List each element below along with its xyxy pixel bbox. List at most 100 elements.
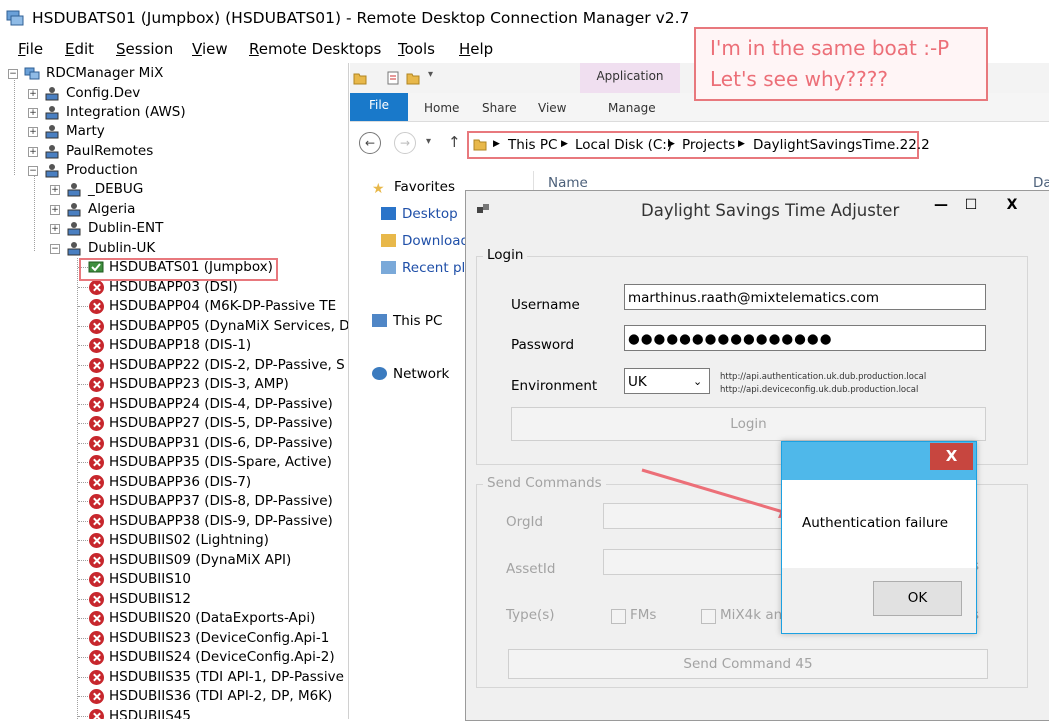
address-breadcrumb[interactable]: ▶ This PC ▶ Local Disk (C:) ▶ Projects ▶… [467, 131, 930, 159]
nav-desktop[interactable]: Desktop [381, 206, 458, 222]
disconnected-server-icon [89, 396, 104, 412]
environment-select[interactable]: UK ⌄ [624, 368, 710, 394]
nav-favorites[interactable]: ★ Favorites [372, 179, 455, 197]
chevron-right-icon: ▶ [668, 139, 675, 149]
tree-label: HSDUBAPP37 (DIS-8, DP-Passive) [109, 493, 333, 509]
tree-label: Integration (AWS) [66, 104, 186, 120]
chevron-right-icon: ▶ [561, 139, 568, 149]
tree-connector [78, 520, 88, 522]
nav-label: Network [393, 366, 450, 382]
tree-connector [78, 676, 88, 678]
tree-label: HSDUBAPP22 (DIS-2, DP-Passive, S [109, 356, 345, 373]
ok-button[interactable]: OK [873, 581, 962, 616]
username-field[interactable]: marthinus.raath@mixtelematics.com [624, 284, 986, 310]
nav-downloads[interactable]: Download [381, 233, 469, 249]
tree-label: HSDUBAPP31 (DIS-6, DP-Passive) [109, 434, 333, 451]
environment-label: Environment [511, 378, 598, 394]
tree-label: HSDUBAPP36 (DIS-7) [109, 473, 252, 490]
column-header-date[interactable]: Da [1033, 175, 1049, 191]
password-field[interactable]: ●●●●●●●●●●●●●●●● [624, 325, 986, 351]
menu-view[interactable]: View [192, 40, 228, 58]
breadcrumb-this-pc[interactable]: This PC [508, 137, 557, 153]
types-label: Type(s) [506, 607, 555, 623]
assetid-label: AssetId [506, 561, 556, 577]
tree-label: PaulRemotes [66, 143, 154, 159]
expand-toggle-icon[interactable]: + [28, 89, 38, 99]
tree-connector [78, 481, 88, 483]
column-header-name[interactable]: Name [548, 175, 588, 191]
tree-label: Dublin-ENT [88, 220, 164, 236]
tab-share[interactable]: Share [482, 101, 517, 115]
environment-value: UK [628, 374, 647, 390]
tree-label: HSDUBAPP23 (DIS-3, AMP) [109, 376, 289, 392]
tree-label: HSDUBAPP27 (DIS-5, DP-Passive) [109, 415, 333, 431]
expand-toggle-icon[interactable]: + [50, 224, 60, 234]
recent-locations-icon[interactable]: ▾ [426, 136, 431, 147]
tree-connector [78, 306, 88, 307]
tree-label: RDCManager MiX [46, 65, 164, 81]
expand-toggle-icon[interactable]: + [28, 108, 38, 118]
server-tree: − RDCManager MiX + Config.Dev + Integrat… [0, 63, 349, 719]
group-icon [67, 242, 81, 256]
tree-connector [78, 442, 88, 444]
maximize-icon[interactable]: ☐ [958, 194, 984, 216]
collapse-toggle-icon[interactable]: − [28, 166, 38, 176]
assetid-field[interactable] [603, 549, 783, 575]
expand-toggle-icon[interactable]: + [28, 147, 38, 157]
tree-label: HSDUBIIS23 (DeviceConfig.Api-1 [109, 629, 330, 646]
nav-this-pc[interactable]: This PC [372, 313, 442, 329]
forward-arrow-icon[interactable]: → [394, 132, 416, 154]
tab-file[interactable]: File [350, 93, 408, 121]
tree-connector [78, 423, 88, 424]
disconnected-server-icon [89, 572, 104, 587]
disconnected-server-icon [89, 630, 104, 646]
send-command-button[interactable]: Send Command 45 [508, 649, 988, 679]
breadcrumb-projects[interactable]: Projects [682, 137, 735, 153]
disconnected-server-icon [89, 689, 104, 704]
nav-network[interactable]: Network [372, 366, 449, 382]
back-arrow-icon[interactable]: ← [359, 132, 381, 154]
tab-manage[interactable]: Manage [608, 101, 656, 115]
mix4k-checkbox[interactable] [701, 609, 716, 624]
fms-checkbox[interactable] [611, 609, 626, 624]
breadcrumb-local-disk[interactable]: Local Disk (C:) [575, 137, 672, 153]
nav-label: Desktop [402, 206, 458, 222]
group-icon [67, 183, 81, 197]
nav-recent-places[interactable]: Recent pla [381, 260, 474, 276]
expand-toggle-icon[interactable]: + [50, 185, 60, 195]
disconnected-server-icon [89, 611, 104, 626]
expand-toggle-icon[interactable]: + [28, 127, 38, 137]
login-button[interactable]: Login [511, 407, 986, 441]
group-icon [67, 203, 81, 217]
menu-edit[interactable]: Edit [65, 40, 94, 58]
folder-icon [353, 73, 367, 85]
send-commands-group-title: Send Commands [483, 475, 606, 491]
disconnected-server-icon [89, 474, 104, 490]
properties-icon[interactable] [386, 71, 400, 85]
menu-session[interactable]: Session [116, 40, 173, 58]
close-icon[interactable]: X [999, 194, 1025, 216]
tree-label: Config.Dev [66, 85, 141, 101]
tab-view[interactable]: View [538, 101, 566, 115]
tab-home[interactable]: Home [424, 101, 459, 115]
menu-remote-desktops[interactable]: Remote Desktops [249, 40, 381, 58]
rdcman-app-icon [6, 10, 24, 26]
disconnected-server-icon [89, 338, 104, 353]
customize-qat-icon[interactable]: ▾ [428, 69, 433, 80]
nav-label: This PC [393, 313, 443, 329]
menu-help[interactable]: Help [459, 40, 493, 58]
new-folder-icon[interactable] [406, 71, 420, 85]
expand-toggle-icon[interactable]: + [50, 205, 60, 215]
minimize-icon[interactable]: — [928, 194, 954, 216]
rdcman-root-icon [24, 67, 40, 80]
collapse-toggle-icon[interactable]: − [50, 244, 60, 254]
collapse-toggle-icon[interactable]: − [8, 69, 18, 79]
breadcrumb-dst-folder[interactable]: DaylightSavingsTime.22.2 [753, 137, 930, 153]
group-icon [45, 125, 59, 139]
disconnected-server-icon [89, 377, 104, 392]
tree-connector [78, 462, 88, 463]
menu-file[interactable]: File [18, 40, 43, 58]
up-arrow-icon[interactable]: ↑ [448, 133, 461, 151]
msgbox-close-button[interactable]: X [930, 443, 973, 470]
menu-tools[interactable]: Tools [398, 40, 435, 58]
